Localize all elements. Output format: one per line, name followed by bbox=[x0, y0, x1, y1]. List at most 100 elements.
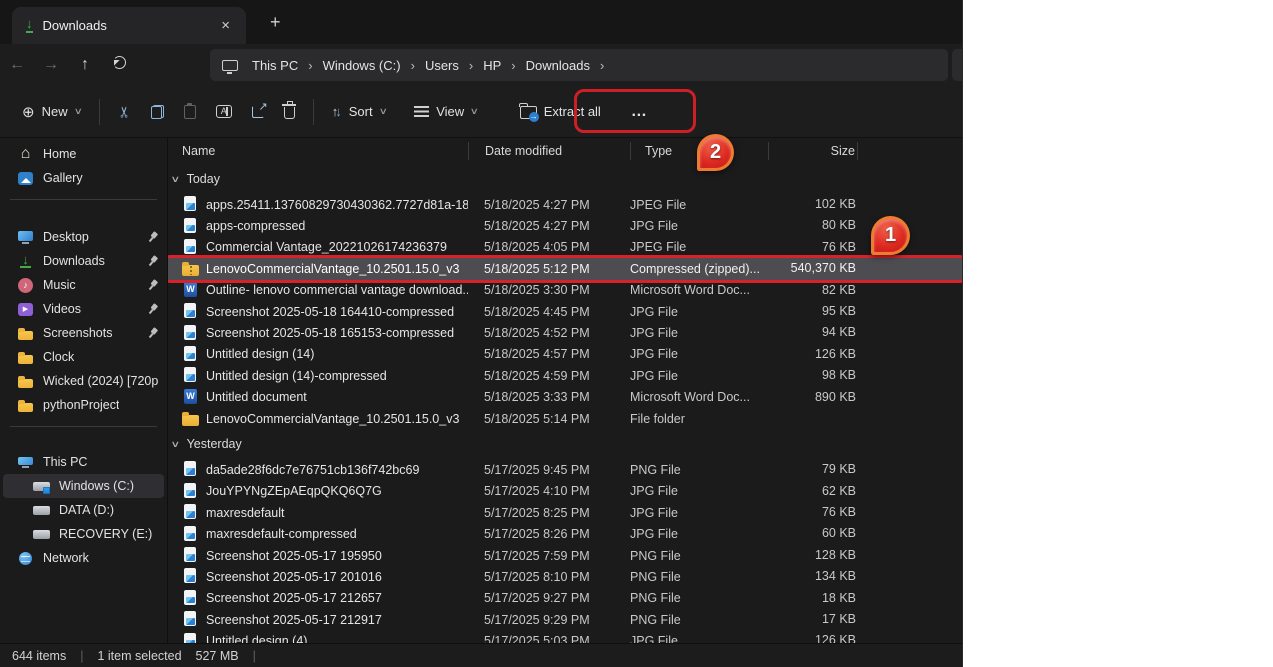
file-type: JPG File bbox=[630, 506, 768, 520]
file-row[interactable]: maxresdefault-compressed5/17/2025 8:26 P… bbox=[168, 523, 962, 544]
refresh-icon[interactable] bbox=[102, 56, 136, 74]
file-type: JPG File bbox=[630, 484, 768, 498]
sidebar-item-music[interactable]: Music bbox=[3, 273, 164, 297]
sidebar-item-clock[interactable]: Clock bbox=[3, 345, 164, 369]
share-button[interactable] bbox=[242, 99, 274, 125]
sidebar-item-home[interactable]: Home bbox=[3, 142, 164, 166]
up-icon[interactable]: ↑ bbox=[68, 56, 102, 74]
sidebar-item-label: pythonProject bbox=[43, 398, 119, 412]
sidebar-item-this-pc[interactable]: This PC bbox=[3, 450, 164, 474]
tab-close-icon[interactable]: × bbox=[215, 17, 236, 34]
sidebar-item-data-d[interactable]: DATA (D:) bbox=[3, 498, 164, 522]
file-row[interactable]: Screenshot 2025-05-18 165153-compressed5… bbox=[168, 322, 962, 343]
file-date: 5/17/2025 5:03 PM bbox=[468, 634, 630, 643]
file-row[interactable]: JouYPYNgZEpAEqpQKQ6Q7G5/17/2025 4:10 PMJ… bbox=[168, 481, 962, 502]
trash-icon bbox=[284, 107, 295, 119]
selection-info: 1 item selected bbox=[97, 649, 181, 663]
see-more-button[interactable]: … bbox=[621, 96, 658, 128]
file-row[interactable]: Untitled document5/18/2025 3:33 PMMicros… bbox=[168, 387, 962, 408]
file-row[interactable]: Untitled design (4)5/17/2025 5:03 PMJPG … bbox=[168, 630, 962, 643]
file-row[interactable]: Untitled design (14)-compressed5/18/2025… bbox=[168, 365, 962, 386]
breadcrumb-item-downloads[interactable]: Downloads bbox=[518, 55, 598, 76]
rename-button[interactable]: A bbox=[206, 98, 242, 125]
file-name-cell: Screenshot 2025-05-17 212917 bbox=[168, 611, 468, 628]
file-row[interactable]: Screenshot 2025-05-18 164410-compressed5… bbox=[168, 301, 962, 322]
column-header-name[interactable]: Name bbox=[168, 142, 468, 160]
sidebar-item-wicked-2024-720p[interactable]: Wicked (2024) [720p] bbox=[3, 369, 164, 393]
file-date: 5/17/2025 9:27 PM bbox=[468, 591, 630, 605]
sidebar-item-screenshots[interactable]: Screenshots bbox=[3, 321, 164, 345]
breadcrumb-item-users[interactable]: Users bbox=[417, 55, 467, 76]
chevron-right-icon: › bbox=[467, 58, 475, 73]
file-type: File folder bbox=[630, 412, 768, 426]
file-row[interactable]: apps.25411.13760829730430362.7727d81a-18… bbox=[168, 194, 962, 215]
file-type: JPEG File bbox=[630, 198, 768, 212]
file-row[interactable]: Screenshot 2025-05-17 2126575/17/2025 9:… bbox=[168, 588, 962, 609]
address-bar[interactable]: This PC›Windows (C:)›Users›HP›Downloads› bbox=[210, 49, 948, 81]
view-lines-icon bbox=[414, 106, 429, 117]
copy-button[interactable] bbox=[141, 98, 174, 126]
view-button[interactable]: View ∨ bbox=[404, 97, 488, 126]
image-file-icon bbox=[182, 483, 199, 500]
folder-icon bbox=[17, 349, 34, 366]
command-bar: ⊕ New ∨ ✂ A ↑↓ Sort ∨ View ∨ Extract all… bbox=[0, 86, 962, 138]
group-label: Today bbox=[187, 172, 220, 186]
sidebar-item-label: Downloads bbox=[43, 254, 105, 268]
file-row[interactable]: Screenshot 2025-05-17 2010165/17/2025 8:… bbox=[168, 566, 962, 587]
sidebar-item-recovery-e[interactable]: RECOVERY (E:) bbox=[3, 522, 164, 546]
file-row[interactable]: LenovoCommercialVantage_10.2501.15.0_v35… bbox=[168, 408, 962, 429]
file-rows: ∨Todayapps.25411.13760829730430362.7727d… bbox=[168, 164, 962, 643]
breadcrumb-item-windows-c[interactable]: Windows (C:) bbox=[315, 55, 409, 76]
sidebar-item-windows-c[interactable]: Windows (C:) bbox=[3, 474, 164, 498]
image-file-icon bbox=[182, 239, 199, 256]
new-tab-button[interactable]: + bbox=[262, 12, 289, 33]
file-row[interactable]: Screenshot 2025-05-17 2129175/17/2025 9:… bbox=[168, 609, 962, 630]
sidebar-item-desktop[interactable]: Desktop bbox=[3, 225, 164, 249]
file-date: 5/17/2025 9:29 PM bbox=[468, 613, 630, 627]
new-label: New bbox=[42, 104, 68, 119]
sidebar-item-pythonproject[interactable]: pythonProject bbox=[3, 393, 164, 417]
file-size: 98 KB bbox=[768, 365, 858, 386]
gallery-icon bbox=[17, 170, 34, 187]
file-row[interactable]: Commercial Vantage_202210261742363795/18… bbox=[168, 237, 962, 258]
group-header-yesterday[interactable]: ∨Yesterday bbox=[168, 429, 962, 459]
this-pc-icon bbox=[222, 60, 238, 71]
tab-downloads[interactable]: ↓ Downloads × bbox=[12, 7, 246, 44]
file-row[interactable]: LenovoCommercialVantage_10.2501.15.0_v35… bbox=[168, 258, 962, 279]
file-row[interactable]: Outline- lenovo commercial vantage downl… bbox=[168, 280, 962, 301]
sort-button[interactable]: ↑↓ Sort ∨ bbox=[322, 97, 396, 126]
new-button[interactable]: ⊕ New ∨ bbox=[12, 96, 91, 128]
file-name-cell: LenovoCommercialVantage_10.2501.15.0_v3 bbox=[168, 260, 468, 277]
file-row[interactable]: apps-compressed5/18/2025 4:27 PMJPG File… bbox=[168, 215, 962, 236]
file-row[interactable]: da5ade28f6dc7e76751cb136f742bc695/17/202… bbox=[168, 459, 962, 480]
plus-circle-icon: ⊕ bbox=[22, 103, 35, 121]
column-header-date-modified[interactable]: Date modified bbox=[468, 142, 630, 160]
file-row[interactable]: Untitled design (14)5/18/2025 4:57 PMJPG… bbox=[168, 344, 962, 365]
chevron-down-icon: ∨ bbox=[470, 106, 479, 117]
file-row[interactable]: maxresdefault5/17/2025 8:25 PMJPG File76… bbox=[168, 502, 962, 523]
sidebar-item-network[interactable]: Network bbox=[3, 546, 164, 570]
breadcrumb-item-hp[interactable]: HP bbox=[475, 55, 509, 76]
sidebar-divider bbox=[10, 199, 157, 200]
image-file-icon bbox=[182, 633, 199, 643]
sidebar-item-videos[interactable]: Videos bbox=[3, 297, 164, 321]
file-name-cell: Screenshot 2025-05-17 212657 bbox=[168, 590, 468, 607]
file-type: PNG File bbox=[630, 613, 768, 627]
group-header-today[interactable]: ∨Today bbox=[168, 164, 962, 194]
file-name-cell: maxresdefault-compressed bbox=[168, 526, 468, 543]
sidebar-item-downloads[interactable]: Downloads bbox=[3, 249, 164, 273]
divider bbox=[99, 99, 100, 125]
sidebar-item-gallery[interactable]: Gallery bbox=[3, 166, 164, 190]
file-row[interactable]: Screenshot 2025-05-17 1959505/17/2025 7:… bbox=[168, 545, 962, 566]
folder-icon bbox=[17, 325, 34, 342]
extract-all-button[interactable]: Extract all bbox=[510, 97, 611, 126]
column-header-size[interactable]: Size bbox=[768, 142, 858, 160]
delete-button[interactable] bbox=[274, 97, 305, 126]
chevron-down-icon: ∨ bbox=[73, 106, 82, 117]
cut-button[interactable]: ✂ bbox=[108, 96, 141, 128]
breadcrumb-item-this-pc[interactable]: This PC bbox=[244, 55, 306, 76]
forward-icon[interactable]: → bbox=[34, 56, 68, 74]
sidebar-item-label: Videos bbox=[43, 302, 81, 316]
back-icon[interactable]: ← bbox=[0, 56, 34, 74]
paste-button[interactable] bbox=[174, 98, 206, 126]
